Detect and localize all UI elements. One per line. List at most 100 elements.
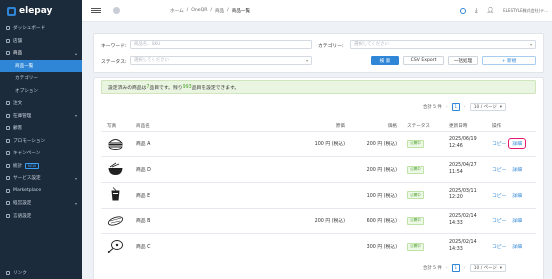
sale-price: 200 円 (税込) [349, 156, 401, 183]
product-name: 商品 C [130, 233, 305, 260]
sidebar-item[interactable]: サービス設定 ▾ [0, 172, 82, 185]
breadcrumb-item[interactable]: 商品 [215, 8, 224, 14]
updated-cell: 2025/06/19 12:46 [443, 130, 486, 157]
notice-remaining: 993 [182, 84, 192, 90]
new-product-button[interactable]: + 新規 [482, 56, 536, 65]
burger-icon [107, 138, 124, 150]
quota-notice: 設定済みの商品は 7 品目です。残り 993 品目を設定できます。 [101, 80, 536, 94]
status-badge: 公開中 [407, 191, 424, 200]
sidebar-item-label: 店舗 [13, 38, 23, 44]
download-icon[interactable]: ⤓ [475, 7, 478, 15]
nav-icon [6, 151, 10, 156]
help-icon[interactable] [459, 7, 466, 14]
breadcrumb-item[interactable]: 商品一覧 [232, 8, 250, 14]
table-row: 商品 E 100 円 (税込) 公開中 2025/03/11 12:20 コピー 詳細 [101, 181, 536, 209]
nav-icon [6, 26, 10, 31]
col-actions: 操作 [492, 123, 502, 129]
breadcrumb-separator: / [210, 8, 212, 13]
sidebar-item-link[interactable]: リンク [0, 267, 82, 279]
keyword-label: キーワード: [101, 44, 127, 49]
sidebar-item-label: カテゴリー [15, 76, 38, 82]
breadcrumb-item[interactable]: ホーム [170, 8, 184, 14]
ramen-bowl-icon [108, 162, 123, 175]
sidebar-item[interactable]: プロモーション [0, 135, 82, 148]
search-button[interactable]: 検 索 [371, 56, 399, 65]
chevron-down-icon: ▾ [305, 58, 308, 63]
top-bar: ホーム / OneQR / 商品 / 商品一覧 ⤓ 👤︎ ELESTYLE株式会社(テ... [82, 0, 552, 22]
page-size-select[interactable]: 10 / ページ ▾ [469, 103, 506, 111]
page-size-select[interactable]: 10 / ページ ▾ [469, 264, 506, 272]
copy-link[interactable]: コピー [492, 219, 506, 224]
total-count: 合計 5 件 [423, 266, 442, 271]
page-number[interactable]: 1 [451, 264, 460, 272]
next-page-icon[interactable]: › [464, 265, 466, 271]
sidebar-item[interactable]: Marketplace [0, 185, 82, 198]
chevron-down-icon: ▾ [499, 265, 502, 271]
top-actions: ⤓ 👤︎ ELESTYLE株式会社(テ... [459, 7, 548, 15]
sidebar-item[interactable]: オプション [0, 85, 82, 98]
detail-link[interactable]: 詳細 [512, 194, 522, 199]
category-select[interactable]: 選択してください ▾ [350, 40, 536, 49]
sidebar-item[interactable]: 店舗 [0, 35, 82, 48]
sidebar-item[interactable]: 在庫管理 ▾ [0, 110, 82, 123]
nav-icon [6, 201, 10, 206]
status-select[interactable]: 選択してください ▾ [130, 56, 312, 65]
sidebar-item[interactable]: キャンペーン [0, 147, 82, 160]
table-row: 商品 D 200 円 (税込) 公開中 2025/04/27 11:54 コピー 詳細 [101, 156, 536, 183]
page-number[interactable]: 1 [451, 103, 460, 111]
col-updated: 更新日時 [449, 123, 468, 129]
prev-page-icon[interactable]: ‹ [446, 265, 448, 271]
shop-avatar[interactable] [113, 7, 120, 14]
chevron-icon: ▴ [74, 50, 77, 56]
copy-link[interactable]: コピー [492, 142, 506, 147]
menu-toggle-icon[interactable] [91, 8, 101, 13]
sidebar-item[interactable]: 言語設定 [0, 210, 82, 223]
account-name[interactable]: ELESTYLE株式会社(テ... [503, 8, 548, 14]
status-cell: 公開中 [401, 156, 443, 183]
updated-cell: 2025/02/14 14:33 [443, 233, 486, 260]
pagination-top: 合計 5 件 ‹ 1 › 10 / ページ ▾ [423, 103, 506, 111]
cost-price [305, 181, 349, 209]
prev-page-icon[interactable]: ‹ [446, 104, 448, 110]
sidebar-item[interactable]: 統計 NEW [0, 160, 82, 173]
keyword-input[interactable]: 商品名、SKU [130, 40, 312, 49]
sidebar-item[interactable]: 顧客 [0, 122, 82, 135]
actions-cell: コピー 詳細 [486, 156, 536, 183]
copy-link[interactable]: コピー [492, 194, 506, 199]
sidebar-item-label: プロモーション [13, 138, 46, 144]
col-status: ステータス [407, 123, 430, 129]
sidebar-item[interactable]: カテゴリー [0, 72, 82, 85]
bulk-process-button[interactable]: 一括処理 [448, 56, 478, 65]
detail-link[interactable]: 詳細 [508, 138, 527, 150]
nav-icon [6, 51, 10, 56]
copy-link[interactable]: コピー [492, 245, 506, 250]
status-placeholder: 選択してください [134, 58, 169, 63]
sidebar-item[interactable]: 商品一覧 [0, 59, 82, 72]
detail-link[interactable]: 詳細 [512, 245, 522, 250]
csv-export-button[interactable]: CSV Export [403, 56, 444, 65]
col-name: 商品名 [136, 123, 150, 129]
detail-link[interactable]: 詳細 [512, 168, 522, 173]
breadcrumb-item[interactable]: OneQR [191, 8, 207, 13]
sidebar-item[interactable]: 注文 [0, 97, 82, 110]
updated-cell: 2025/03/11 12:20 [443, 181, 486, 209]
link-icon [6, 270, 10, 275]
nav-icon [6, 188, 10, 193]
copy-link[interactable]: コピー [492, 168, 506, 173]
detail-link[interactable]: 詳細 [512, 219, 522, 224]
next-page-icon[interactable]: › [464, 104, 466, 110]
photo-cell [101, 156, 130, 183]
brand-logo[interactable]: elepay [0, 0, 82, 22]
updated-cell: 2025/04/27 11:54 [443, 156, 486, 183]
updated-time: 12:46 [449, 143, 463, 149]
product-name: 商品 B [130, 207, 305, 234]
user-icon[interactable]: 👤︎ [487, 7, 495, 14]
cost-price: 100 円 (税込) [305, 130, 349, 157]
filter-card [93, 33, 544, 73]
sidebar-item[interactable]: 商品 ▴ [0, 47, 82, 60]
notice-text: 品目を設定できます。 [191, 85, 240, 91]
sidebar-item[interactable]: ダッシュボード [0, 22, 82, 35]
sidebar-item-label: サービス設定 [13, 176, 41, 182]
sidebar-item-label: Marketplace [13, 188, 42, 194]
sidebar-item[interactable]: 経営設定 ▾ [0, 197, 82, 210]
